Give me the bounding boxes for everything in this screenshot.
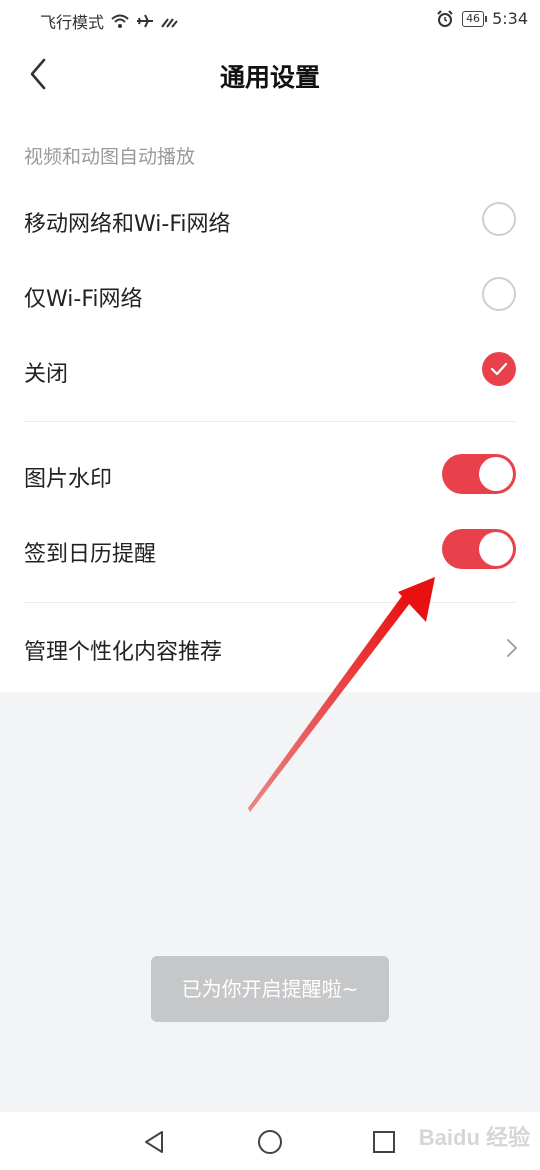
divider — [24, 602, 516, 603]
option-label: 仅Wi-Fi网络 — [24, 287, 143, 312]
checkmark-icon — [490, 362, 508, 376]
radio-unchecked[interactable] — [482, 202, 516, 236]
toast-message: 已为你开启提醒啦~ — [151, 956, 389, 1022]
personalization-label: 管理个性化内容推荐 — [24, 640, 223, 665]
toggle-label: 图片水印 — [24, 467, 113, 492]
header: 通用设置 — [0, 38, 540, 110]
checkin-reminder-switch[interactable] — [442, 529, 516, 569]
status-right: 46 5:34 — [436, 9, 528, 28]
switch-knob — [479, 532, 513, 566]
radio-unchecked[interactable] — [482, 277, 516, 311]
personalization-row[interactable]: 管理个性化内容推荐 — [0, 618, 540, 680]
image-watermark-switch[interactable] — [442, 454, 516, 494]
option-label: 关闭 — [24, 362, 69, 387]
divider — [24, 421, 516, 422]
status-bar: 飞行模式 46 5:34 — [0, 0, 540, 38]
nav-home-button[interactable] — [252, 1124, 288, 1160]
toggle-label: 签到日历提醒 — [24, 542, 157, 567]
switch-knob — [479, 457, 513, 491]
radio-checked[interactable] — [482, 352, 516, 386]
triangle-back-icon — [145, 1131, 163, 1153]
page-title: 通用设置 — [219, 63, 320, 92]
alarm-icon — [437, 9, 453, 27]
option-label: 移动网络和Wi-Fi网络 — [24, 212, 231, 237]
clock: 5:34 — [492, 9, 528, 28]
option-off[interactable]: 关闭 — [0, 340, 540, 402]
status-left: 飞行模式 — [40, 9, 178, 33]
signal-off-icon — [161, 18, 178, 28]
option-wifi-only[interactable]: 仅Wi-Fi网络 — [0, 265, 540, 327]
nav-recents-button[interactable] — [366, 1124, 402, 1160]
option-mobile-and-wifi[interactable]: 移动网络和Wi-Fi网络 — [0, 190, 540, 252]
toggle-row-image-watermark[interactable]: 图片水印 — [0, 445, 540, 507]
settings-panel: 视频和动图自动播放 移动网络和Wi-Fi网络 仅Wi-Fi网络 关闭 图片水印 … — [0, 110, 540, 692]
nav-back-button[interactable] — [136, 1124, 172, 1160]
battery-indicator: 46 — [462, 10, 488, 27]
baidu-watermark: Baidu 经验 — [418, 1125, 530, 1150]
airplane-icon — [137, 14, 154, 28]
airplane-mode-text: 飞行模式 — [40, 13, 105, 32]
square-recents-icon — [373, 1131, 395, 1153]
circle-home-icon — [258, 1130, 282, 1154]
autoplay-section-label: 视频和动图自动播放 — [24, 146, 196, 168]
wifi-icon — [111, 14, 129, 28]
chevron-right-icon — [507, 639, 518, 657]
toggle-row-checkin-reminder[interactable]: 签到日历提醒 — [0, 520, 540, 582]
